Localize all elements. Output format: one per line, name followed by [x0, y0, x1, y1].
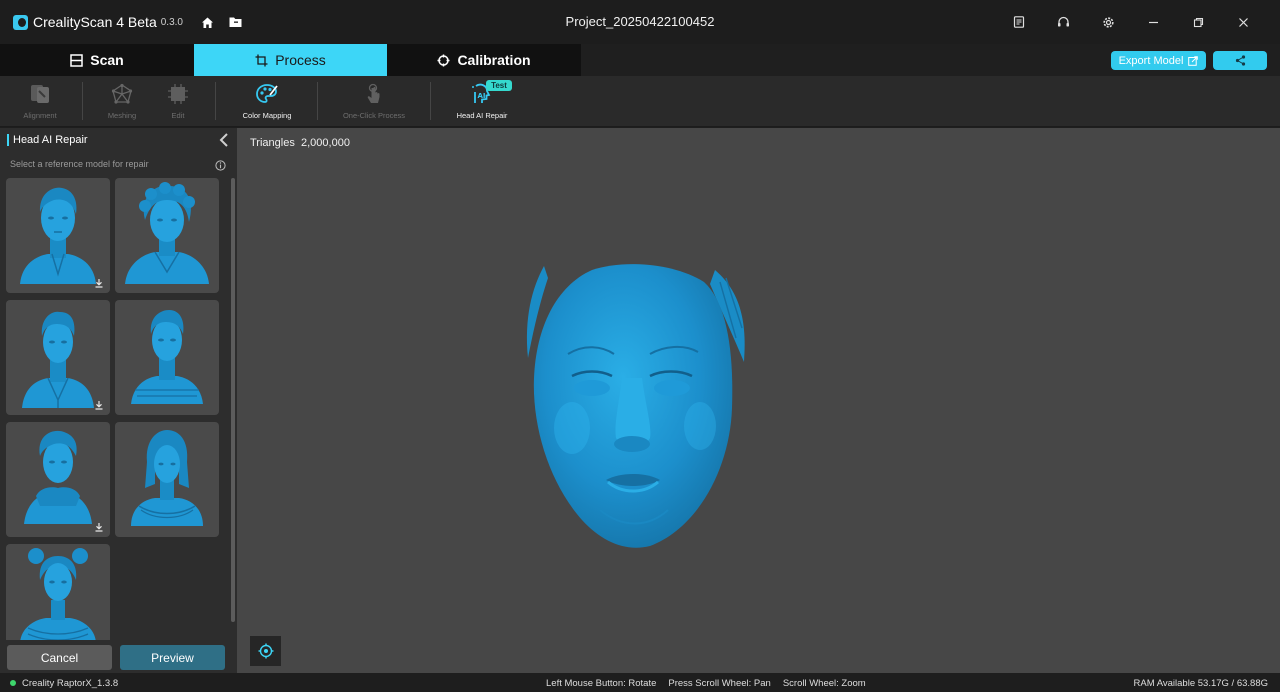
toolbar-divider	[317, 82, 318, 120]
external-export-icon	[1188, 55, 1199, 66]
head-ai-repair-panel: Head AI Repair Select a reference model …	[0, 128, 237, 673]
test-badge: Test	[486, 80, 512, 91]
reference-model-card[interactable]	[6, 300, 110, 415]
share-icon	[1235, 55, 1245, 66]
hint-pan: Press Scroll Wheel: Pan	[668, 678, 771, 689]
scan-frame-icon	[70, 53, 84, 67]
color-palette-icon	[256, 84, 278, 103]
tab-scan-label: Scan	[90, 52, 124, 68]
download-icon[interactable]	[94, 400, 104, 410]
reference-model-card[interactable]	[115, 422, 219, 537]
tap-finger-icon	[367, 83, 380, 103]
bust-thumbnail	[24, 430, 92, 524]
bust-thumbnail	[125, 182, 209, 284]
download-icon[interactable]	[94, 278, 104, 288]
meshing-icon	[111, 83, 133, 104]
locate-target-icon	[258, 643, 273, 659]
alignment-icon	[31, 85, 49, 103]
hint-rotate: Left Mouse Button: Rotate	[546, 678, 657, 689]
tool-edit-label: Edit	[171, 111, 185, 120]
info-icon[interactable]	[215, 158, 226, 171]
3d-viewport[interactable]: Triangles 2,000,000	[237, 128, 1280, 673]
collapse-panel-icon[interactable]	[218, 133, 230, 147]
tool-one-click-process[interactable]: One-Click Process	[338, 76, 410, 127]
tool-alignment[interactable]: Alignment	[16, 76, 64, 127]
cancel-button[interactable]: Cancel	[7, 645, 112, 670]
tab-process-label: Process	[275, 52, 326, 68]
mouse-hints: Left Mouse Button: Rotate Press Scroll W…	[546, 678, 866, 689]
status-bar: Creality RaptorX_1.3.8 Left Mouse Button…	[0, 673, 1280, 692]
process-toolbar: Alignment Meshing Edit Color Mapping One…	[0, 76, 1280, 127]
edit-grid-icon	[168, 84, 188, 104]
tool-head-ai-repair-label: Head AI Repair	[456, 111, 508, 120]
bust-thumbnail	[131, 310, 203, 404]
bust-thumbnail	[20, 548, 96, 640]
download-icon[interactable]	[94, 522, 104, 532]
folder-icon[interactable]	[229, 15, 243, 29]
reference-model-card[interactable]	[6, 178, 110, 293]
settings-gear-icon[interactable]	[1086, 0, 1131, 44]
triangles-count: 2,000,000	[301, 137, 350, 149]
crop-frame-icon	[255, 54, 268, 66]
panel-title-accent	[7, 134, 9, 146]
reset-view-button[interactable]	[250, 636, 281, 666]
tab-calibration-label: Calibration	[457, 52, 531, 68]
share-button[interactable]	[1213, 51, 1267, 70]
toolbar-divider	[215, 82, 216, 120]
crosshair-icon	[437, 54, 450, 66]
reference-model-hint: Select a reference model for repair	[10, 159, 149, 169]
restore-icon[interactable]	[1176, 0, 1221, 44]
tool-color-mapping[interactable]: Color Mapping	[236, 76, 298, 127]
close-icon[interactable]	[1221, 0, 1266, 44]
tool-alignment-label: Alignment	[23, 111, 57, 120]
svg-text:AI: AI	[478, 92, 486, 100]
minimize-icon[interactable]	[1131, 0, 1176, 44]
toolbar-divider	[82, 82, 83, 120]
reference-model-card[interactable]	[6, 422, 110, 537]
tool-meshing-label: Meshing	[107, 111, 137, 120]
tab-calibration[interactable]: Calibration	[387, 44, 581, 76]
app-version: 0.3.0	[160, 16, 183, 28]
export-model-label: Export Model	[1118, 54, 1184, 67]
bust-thumbnail	[20, 187, 96, 284]
tool-meshing[interactable]: Meshing	[98, 76, 146, 127]
tab-scan[interactable]: Scan	[0, 44, 194, 76]
triangles-label: Triangles	[250, 137, 295, 149]
notes-icon[interactable]	[996, 0, 1041, 44]
mode-tab-bar: Scan Process Calibration Export Model	[0, 44, 1280, 76]
app-window: CrealityScan 4 Beta 0.3.0 Project_202504…	[0, 0, 1280, 692]
export-model-button[interactable]: Export Model	[1111, 51, 1206, 70]
app-name: CrealityScan 4 Beta	[33, 14, 157, 30]
reference-model-grid	[6, 178, 222, 640]
connection-status-dot	[10, 680, 16, 686]
tool-color-mapping-label: Color Mapping	[242, 111, 292, 120]
reference-model-card[interactable]	[115, 178, 219, 293]
panel-title: Head AI Repair	[13, 134, 88, 146]
plugin-version: Creality RaptorX_1.3.8	[22, 678, 119, 689]
panel-scrollbar[interactable]	[231, 178, 235, 622]
tool-edit[interactable]: Edit	[154, 76, 202, 127]
home-icon[interactable]	[201, 15, 215, 29]
toolbar-divider	[430, 82, 431, 120]
headset-support-icon[interactable]	[1041, 0, 1086, 44]
hint-zoom: Scroll Wheel: Zoom	[782, 678, 866, 689]
bust-thumbnail	[22, 311, 94, 408]
bust-thumbnail	[131, 430, 203, 526]
tab-process[interactable]: Process	[194, 44, 387, 76]
preview-button[interactable]: Preview	[120, 645, 225, 670]
reference-model-card[interactable]	[6, 544, 110, 640]
scanned-face-model	[526, 264, 745, 548]
tool-one-click-label: One-Click Process	[342, 111, 406, 120]
app-logo-icon	[13, 14, 28, 30]
ram-available: RAM Available 53.17G / 63.88G	[1133, 678, 1269, 689]
reference-model-card[interactable]	[115, 300, 219, 415]
title-bar: CrealityScan 4 Beta 0.3.0 Project_202504…	[0, 0, 1280, 44]
